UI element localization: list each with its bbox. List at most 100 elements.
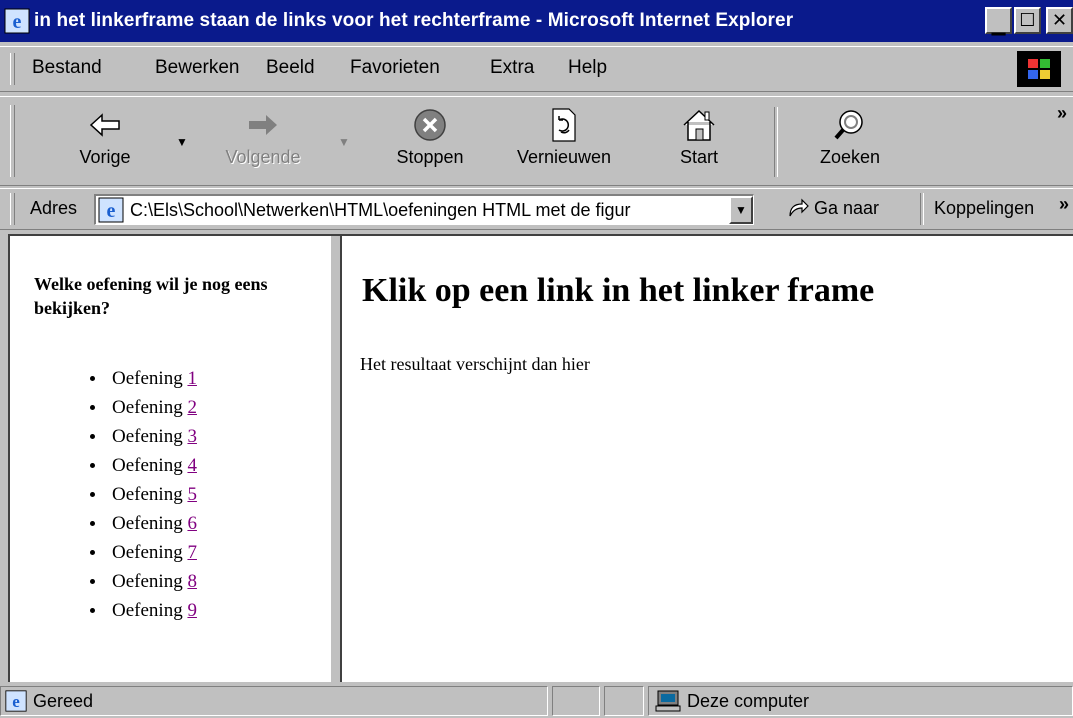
right-frame: Klik op een link in het linker frame Het…	[342, 236, 1073, 682]
back-button[interactable]: Vorige	[60, 103, 150, 168]
menu-bestand[interactable]: Bestand	[32, 57, 102, 79]
internet-explorer-icon: e	[4, 8, 30, 34]
links-overflow-chevron[interactable]: »	[1059, 194, 1069, 215]
chevron-down-icon: ▼	[735, 203, 747, 217]
exercise-link[interactable]: 2	[187, 397, 197, 418]
exercise-word: Oefening	[112, 571, 183, 592]
bullet-icon	[90, 550, 95, 555]
back-arrow-icon	[60, 103, 150, 147]
list-item: Oefening 6	[10, 509, 197, 538]
left-frame-heading: Welke oefening wil je nog eens bekijken?	[34, 274, 268, 318]
exercise-link[interactable]: 5	[187, 484, 197, 505]
exercise-word: Oefening	[112, 397, 183, 418]
forward-dropdown-arrow[interactable]: ▼	[338, 135, 350, 149]
back-dropdown-arrow[interactable]: ▼	[176, 135, 188, 149]
minimize-icon: ▁	[991, 15, 1006, 36]
status-bar: e Gereed Deze computer	[0, 684, 1073, 718]
exercise-word: Oefening	[112, 513, 183, 534]
exercise-link[interactable]: 8	[187, 571, 197, 592]
exercise-link[interactable]: 9	[187, 600, 197, 621]
address-separator	[920, 193, 924, 225]
bullet-icon	[90, 376, 95, 381]
stop-label: Stoppen	[396, 147, 464, 167]
address-input-text[interactable]: C:\Els\School\Netwerken\HTML\oefeningen …	[130, 200, 631, 221]
address-dropdown-button[interactable]: ▼	[729, 196, 753, 224]
exercise-link[interactable]: 7	[187, 542, 197, 563]
zone-panel: Deze computer	[648, 686, 1073, 716]
forward-arrow-icon	[208, 103, 318, 147]
menu-bewerken[interactable]: Bewerken	[155, 57, 240, 79]
menu-beeld[interactable]: Beeld	[266, 57, 315, 79]
standard-toolbar: Vorige ▼ Volgende ▼ Stoppen Vernieuwen S…	[0, 96, 1073, 186]
bullet-icon	[90, 492, 95, 497]
status-panel-empty	[604, 686, 644, 716]
computer-icon	[655, 690, 681, 712]
search-button[interactable]: Zoeken	[800, 103, 900, 168]
maximize-icon: ☐	[1019, 10, 1036, 31]
status-panel-empty	[552, 686, 600, 716]
stop-icon	[380, 103, 480, 147]
exercise-link[interactable]: 6	[187, 513, 197, 534]
maximize-button[interactable]: ☐	[1014, 7, 1041, 34]
address-label: Adres	[30, 198, 78, 218]
menu-favorieten[interactable]: Favorieten	[350, 57, 440, 79]
bullet-icon	[90, 608, 95, 613]
bullet-icon	[90, 463, 95, 468]
page-icon: e	[98, 197, 124, 223]
title-bar[interactable]: e in het linkerframe staan de links voor…	[0, 0, 1073, 42]
exercise-word: Oefening	[112, 426, 183, 447]
toolbar-separator	[774, 107, 778, 177]
right-frame-text: Het resultaat verschijnt dan hier	[360, 354, 590, 374]
list-item: Oefening 3	[10, 422, 197, 451]
window-title: in het linkerframe staan de links voor h…	[34, 10, 794, 31]
refresh-button[interactable]: Vernieuwen	[502, 103, 626, 168]
toolbar-overflow-chevron[interactable]: »	[1057, 103, 1067, 124]
svg-text:e: e	[13, 11, 22, 33]
svg-text:e: e	[12, 692, 20, 711]
address-field[interactable]: e C:\Els\School\Netwerken\HTML\oefeninge…	[94, 194, 754, 225]
status-text: Gereed	[33, 690, 94, 711]
exercise-word: Oefening	[112, 542, 183, 563]
menu-bar-grip[interactable]	[10, 53, 15, 85]
toolbar-grip[interactable]	[10, 105, 15, 177]
go-arrow-icon	[789, 198, 809, 217]
bullet-icon	[90, 434, 95, 439]
close-button[interactable]: ✕	[1046, 7, 1073, 34]
exercise-word: Oefening	[112, 455, 183, 476]
stop-button[interactable]: Stoppen	[380, 103, 480, 168]
menu-help[interactable]: Help	[568, 57, 607, 79]
zone-text: Deze computer	[687, 690, 810, 711]
bullet-icon	[90, 521, 95, 526]
links-toolbar[interactable]: Koppelingen	[934, 198, 1034, 219]
minimize-button[interactable]: ▁	[985, 7, 1012, 36]
go-button[interactable]: Ga naar	[786, 196, 879, 220]
exercise-link[interactable]: 3	[187, 426, 197, 447]
bullet-icon	[90, 579, 95, 584]
frame-splitter[interactable]	[330, 236, 342, 682]
frameset: Welke oefening wil je nog eens bekijken?…	[8, 234, 1073, 682]
exercise-link[interactable]: 1	[187, 368, 197, 389]
bullet-icon	[90, 405, 95, 410]
home-icon	[664, 103, 734, 147]
home-label: Start	[679, 147, 718, 167]
go-label: Ga naar	[814, 197, 880, 218]
exercise-word: Oefening	[112, 600, 183, 621]
forward-label: Volgende	[225, 147, 301, 167]
exercise-link[interactable]: 4	[187, 455, 197, 476]
home-button[interactable]: Start	[664, 103, 734, 168]
exercise-word: Oefening	[112, 368, 183, 389]
menu-bar: Bestand Bewerken Beeld Favorieten Extra …	[0, 46, 1073, 92]
refresh-label: Vernieuwen	[516, 147, 612, 167]
list-item: Oefening 1	[10, 364, 197, 393]
menu-extra[interactable]: Extra	[490, 57, 534, 79]
back-label: Vorige	[79, 147, 131, 167]
list-item: Oefening 4	[10, 451, 197, 480]
list-item: Oefening 9	[10, 596, 197, 625]
left-frame: Welke oefening wil je nog eens bekijken?…	[10, 236, 330, 682]
search-label: Zoeken	[819, 147, 881, 167]
search-icon	[800, 103, 900, 147]
address-bar-grip[interactable]	[10, 193, 15, 225]
list-item: Oefening 5	[10, 480, 197, 509]
windows-logo-icon	[1017, 51, 1061, 87]
forward-button[interactable]: Volgende	[208, 103, 318, 168]
